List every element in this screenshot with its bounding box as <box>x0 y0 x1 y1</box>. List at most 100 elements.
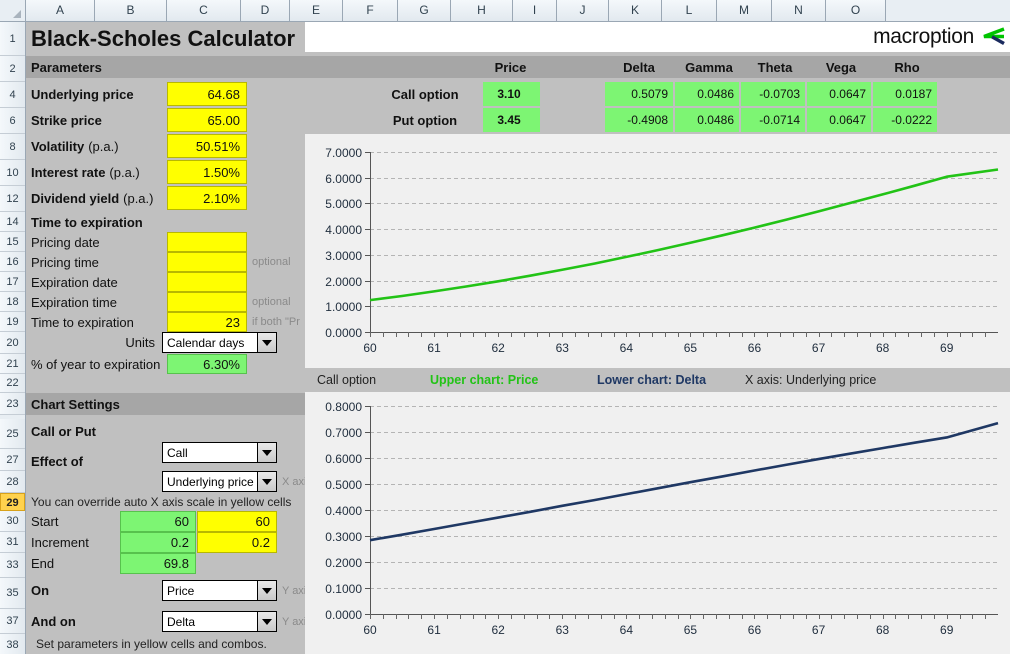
row-header-28[interactable]: 28 <box>0 471 25 493</box>
column-header-j[interactable]: J <box>557 0 609 21</box>
column-header-h[interactable]: H <box>451 0 513 21</box>
svg-text:0.4000: 0.4000 <box>325 504 362 518</box>
input-increment-override[interactable]: 0.2 <box>197 532 277 553</box>
value-pct-year: 6.30% <box>167 354 247 374</box>
column-header-c[interactable]: C <box>167 0 241 21</box>
put-rho: -0.0222 <box>873 108 937 132</box>
chevron-down-icon[interactable] <box>257 612 276 631</box>
input-volatility[interactable]: 50.51% <box>167 134 247 158</box>
row-label-put-option: Put option <box>392 112 458 128</box>
hint-pricing-time: optional <box>252 256 291 268</box>
column-header-d[interactable]: D <box>241 0 290 21</box>
chevron-down-icon[interactable] <box>257 333 276 352</box>
row-header-30[interactable]: 30 <box>0 511 25 532</box>
column-header-g[interactable]: G <box>398 0 451 21</box>
row-header-29[interactable]: 29 <box>0 493 25 511</box>
lower-chart-series-line <box>369 421 999 542</box>
row-header-1[interactable]: 1 <box>0 22 25 56</box>
label-volatility: Volatility (p.a.) <box>26 134 166 158</box>
row-header-2[interactable]: 2 <box>0 56 25 82</box>
column-header-l[interactable]: L <box>662 0 717 21</box>
combo-effect-of-value: Underlying price <box>167 474 254 489</box>
svg-text:67: 67 <box>812 623 826 637</box>
lower-chart-delta: 0.0000 0.1000 0.2000 0.3000 0.4000 0.5000 0.60… <box>305 392 1010 654</box>
chevron-down-icon[interactable] <box>257 581 276 600</box>
footnote-1: Set parameters in yellow cells and combo… <box>36 637 267 651</box>
input-pricing-time[interactable] <box>167 252 247 272</box>
row-header-17[interactable]: 17 <box>0 272 25 292</box>
svg-text:67: 67 <box>812 341 826 355</box>
call-rho: 0.0187 <box>873 82 937 106</box>
override-note: You can override auto X axis scale in ye… <box>31 495 292 509</box>
row-header-35[interactable]: 35 <box>0 578 25 609</box>
combo-on[interactable]: Price <box>162 580 277 601</box>
row-header-15[interactable]: 15 <box>0 232 25 252</box>
row-header-16[interactable]: 16 <box>0 252 25 272</box>
row-header-14[interactable]: 14 <box>0 212 25 232</box>
combo-effect-of[interactable]: Underlying price <box>162 471 277 492</box>
row-header-22[interactable]: 22 <box>0 374 25 393</box>
svg-text:0.8000: 0.8000 <box>325 400 362 414</box>
select-all-corner[interactable] <box>0 0 26 21</box>
row-header-37[interactable]: 37 <box>0 609 25 634</box>
combo-and-on[interactable]: Delta <box>162 611 277 632</box>
svg-text:62: 62 <box>491 623 505 637</box>
row-header-23[interactable]: 23 <box>0 393 25 415</box>
row-header-12[interactable]: 12 <box>0 186 25 212</box>
svg-text:7.0000: 7.0000 <box>325 146 362 160</box>
header-gamma: Gamma <box>685 59 733 75</box>
column-header-n[interactable]: N <box>772 0 826 21</box>
chevron-down-icon[interactable] <box>257 443 276 462</box>
input-strike-price[interactable]: 65.00 <box>167 108 247 132</box>
input-interest-rate[interactable]: 1.50% <box>167 160 247 184</box>
column-header-f[interactable]: F <box>343 0 398 21</box>
row-header-10[interactable]: 10 <box>0 160 25 186</box>
column-header-o[interactable]: O <box>826 0 886 21</box>
row-header-21[interactable]: 21 <box>0 354 25 374</box>
row-header-25[interactable]: 25 <box>0 419 25 449</box>
input-expiration-date[interactable] <box>167 272 247 292</box>
legend-x-axis: X axis: Underlying price <box>745 373 877 387</box>
input-start-override[interactable]: 60 <box>197 511 277 532</box>
row-header-4[interactable]: 4 <box>0 82 25 108</box>
combo-call-or-put-value: Call <box>167 445 188 460</box>
combo-units[interactable]: Calendar days <box>162 332 277 353</box>
label-strike-price: Strike price <box>31 112 102 128</box>
row-header-18[interactable]: 18 <box>0 292 25 312</box>
column-header-b[interactable]: B <box>95 0 167 21</box>
column-header-k[interactable]: K <box>609 0 662 21</box>
chevron-down-icon[interactable] <box>257 472 276 491</box>
row-header-27[interactable]: 27 <box>0 449 25 471</box>
column-header-row: ABCDEFGHIJKLMNO <box>0 0 1010 22</box>
call-delta: 0.5079 <box>605 82 673 106</box>
label-call-or-put: Call or Put <box>31 423 97 439</box>
combo-units-value: Calendar days <box>167 335 245 350</box>
input-expiration-time[interactable] <box>167 292 247 312</box>
row-header-31[interactable]: 31 <box>0 532 25 553</box>
row-header-19[interactable]: 19 <box>0 312 25 332</box>
lower-chart-svg: 0.0000 0.1000 0.2000 0.3000 0.4000 0.5000 0.60… <box>325 400 999 637</box>
upper-chart-price: 0.0000 1.0000 2.0000 3.0000 4.0000 5.0000 6.00… <box>305 134 1010 368</box>
call-vega: 0.0647 <box>807 82 871 106</box>
column-header-i[interactable]: I <box>513 0 557 21</box>
input-dividend-yield[interactable]: 2.10% <box>167 186 247 210</box>
chart-settings-header: Chart Settings <box>26 393 305 415</box>
column-header-a[interactable]: A <box>26 0 95 21</box>
input-pricing-date[interactable] <box>167 232 247 252</box>
label-dividend-yield-main: Dividend yield <box>31 190 120 206</box>
row-header-8[interactable]: 8 <box>0 134 25 160</box>
input-time-to-expiration[interactable]: 23 <box>167 312 247 332</box>
row-header-20[interactable]: 20 <box>0 332 25 354</box>
column-header-m[interactable]: M <box>717 0 772 21</box>
label-expiration-time: Expiration time <box>31 294 117 310</box>
svg-text:5.0000: 5.0000 <box>325 197 362 211</box>
put-gamma: 0.0486 <box>675 108 739 132</box>
header-delta: Delta <box>623 59 655 75</box>
row-header-38[interactable]: 38 <box>0 634 25 654</box>
row-header-33[interactable]: 33 <box>0 553 25 578</box>
combo-call-or-put[interactable]: Call <box>162 442 277 463</box>
combo-on-value: Price <box>167 583 195 598</box>
row-header-6[interactable]: 6 <box>0 108 25 134</box>
column-header-e[interactable]: E <box>290 0 343 21</box>
input-underlying-price[interactable]: 64.68 <box>167 82 247 106</box>
